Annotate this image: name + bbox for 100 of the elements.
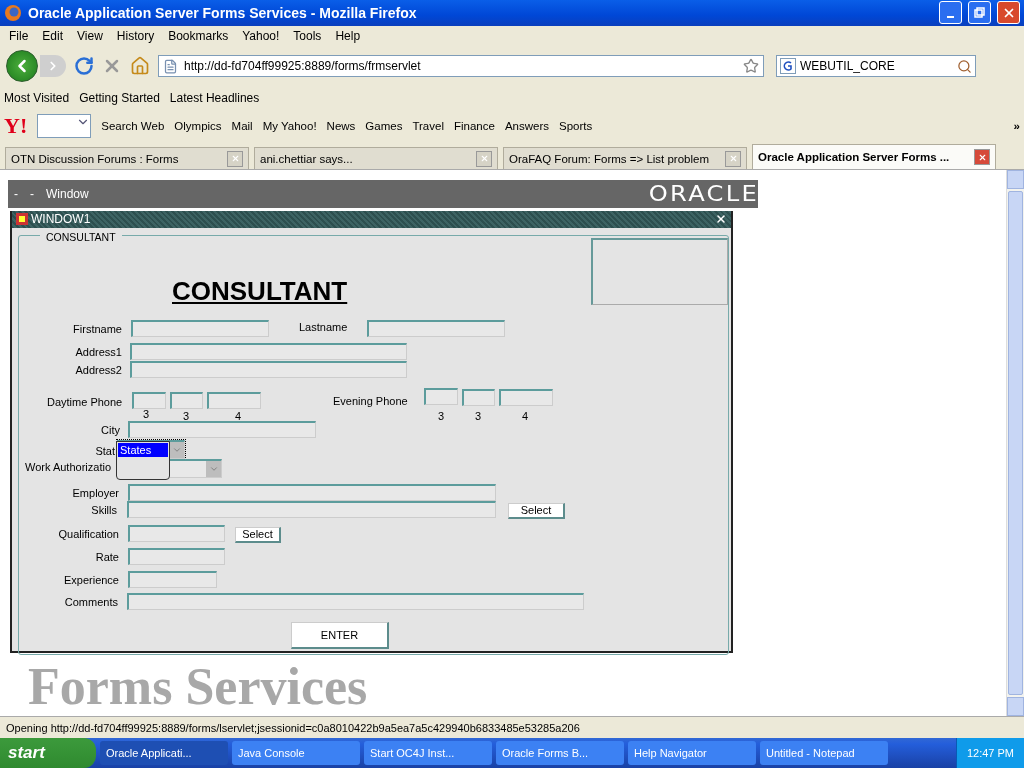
tab-close-icon[interactable] [476,150,492,167]
star-icon[interactable] [743,58,759,75]
text-field[interactable] [127,592,584,610]
browser-tab[interactable]: ani.chettiar says... [254,147,498,170]
field-label: Work Authorizatio [25,460,111,473]
toolbar-item[interactable]: Mail [231,119,253,132]
phone-field[interactable] [132,391,166,409]
menu-item[interactable]: Tools [286,28,329,43]
text-field[interactable] [131,319,269,337]
menu-item[interactable]: File [2,28,36,43]
phone-field[interactable] [424,387,458,405]
toolbar-item[interactable]: Travel [412,119,444,132]
start-button[interactable]: start [0,738,96,768]
text-field[interactable] [128,570,217,588]
search-engine-icon[interactable] [780,58,796,75]
toolbar-item[interactable]: News [326,119,356,132]
field-label: Lastname [299,320,348,333]
list-option[interactable]: States [118,442,168,457]
forms-menu-item[interactable]: - [30,186,34,201]
close-icon [479,154,489,164]
menu-item[interactable]: History [109,28,162,43]
menu-item[interactable]: Yahoo! [235,28,287,43]
back-button[interactable] [6,50,38,83]
phone-field[interactable] [462,388,495,406]
menu-item[interactable]: Bookmarks [161,28,236,43]
taskbar-item[interactable]: Untitled - Notepad [760,741,888,765]
text-field[interactable] [128,420,316,438]
field-label: Experience [63,573,119,586]
toolbar-item[interactable]: Games [365,119,403,132]
taskbar-item[interactable]: Oracle Forms B... [496,741,624,765]
taskbar-item[interactable]: Java Console [232,741,360,765]
toolbar-item[interactable]: Answers [504,119,549,132]
text-field[interactable] [128,483,496,501]
text-field[interactable] [128,524,225,542]
toolbar-item[interactable]: Search Web [101,119,165,132]
close-icon [977,152,987,162]
browser-tab[interactable]: Oracle Application Server Forms ... [752,144,996,170]
digit-count: 4 [521,409,529,422]
forward-button[interactable] [40,55,66,78]
field-label: Daytime Phone [47,395,123,408]
yahoo-search-field[interactable] [37,113,92,138]
forms-menu-item[interactable]: Window [46,186,89,201]
yahoo-logo[interactable]: Y! [4,112,28,139]
bookmark-link[interactable]: Latest Headlines [169,90,260,105]
tab-close-icon[interactable] [725,150,741,167]
digit-count: 3 [182,409,190,422]
taskbar-item[interactable]: Start OC4J Inst... [364,741,492,765]
menu-item[interactable]: Edit [35,28,71,43]
oracle-logo: ORACLE [648,181,760,206]
browser-tab[interactable]: OraFAQ Forum: Forms => List problem [503,147,747,170]
minimize-icon [947,15,954,18]
field-label: Comments [64,595,118,608]
page-icon [163,58,178,74]
text-field[interactable] [367,319,505,337]
frame-title: CONSULTANT [40,230,122,243]
close-button[interactable] [997,1,1020,25]
field-label: Evening Phone [333,394,408,407]
phone-field[interactable] [207,391,261,409]
phone-field[interactable] [170,391,203,409]
taskbar-item[interactable]: Oracle Applicati... [100,741,228,765]
text-field[interactable] [130,360,407,378]
restore-button[interactable] [968,1,991,25]
search-field[interactable]: WEBUTIL_CORE [776,55,976,78]
home-icon[interactable] [130,56,150,77]
scrollbar[interactable] [1006,170,1024,717]
form-heading: CONSULTANT [172,275,348,307]
toolbar-item[interactable]: Finance [453,119,495,132]
toolbar-item[interactable]: Sports [559,119,593,132]
menu-item[interactable]: View [70,28,110,43]
clock: 12:47 PM [966,747,1014,759]
search-icon[interactable] [957,58,972,74]
phone-field[interactable] [499,388,553,406]
text-field[interactable] [130,342,407,360]
close-icon[interactable] [715,213,727,226]
field-label: Address2 [75,363,122,376]
reload-icon[interactable] [74,56,94,77]
select-button[interactable]: Select [508,502,565,519]
select-button[interactable]: Select [235,526,281,543]
text-field[interactable] [128,547,225,565]
toolbar-item[interactable]: My Yahoo! [262,119,317,132]
firefox-icon [4,3,22,22]
menu-item[interactable]: Help [328,28,368,43]
digit-count: 3 [474,409,482,422]
enter-button[interactable]: ENTER [291,621,389,649]
digit-count: 3 [437,409,445,422]
field-label: Stat [95,444,115,457]
toolbar-item[interactable]: Olympics [174,119,222,132]
tab-close-icon[interactable] [227,150,243,167]
tab-close-icon[interactable] [974,149,990,166]
more-button[interactable]: » [1013,119,1020,132]
search-text: WEBUTIL_CORE [800,59,896,74]
bookmark-link[interactable]: Most Visited [4,90,70,105]
url-field[interactable]: http://dd-fd704ff99925:8889/forms/frmservlet [158,55,764,78]
forms-menu-item[interactable]: - [14,186,18,201]
field-label: Qualification [58,527,119,540]
bookmark-link[interactable]: Getting Started [79,90,160,105]
browser-tab[interactable]: OTN Discussion Forums : Forms [5,147,249,170]
minimize-button[interactable] [939,1,962,25]
field-label: Firstname [73,322,122,335]
taskbar-item[interactable]: Help Navigator [628,741,756,765]
